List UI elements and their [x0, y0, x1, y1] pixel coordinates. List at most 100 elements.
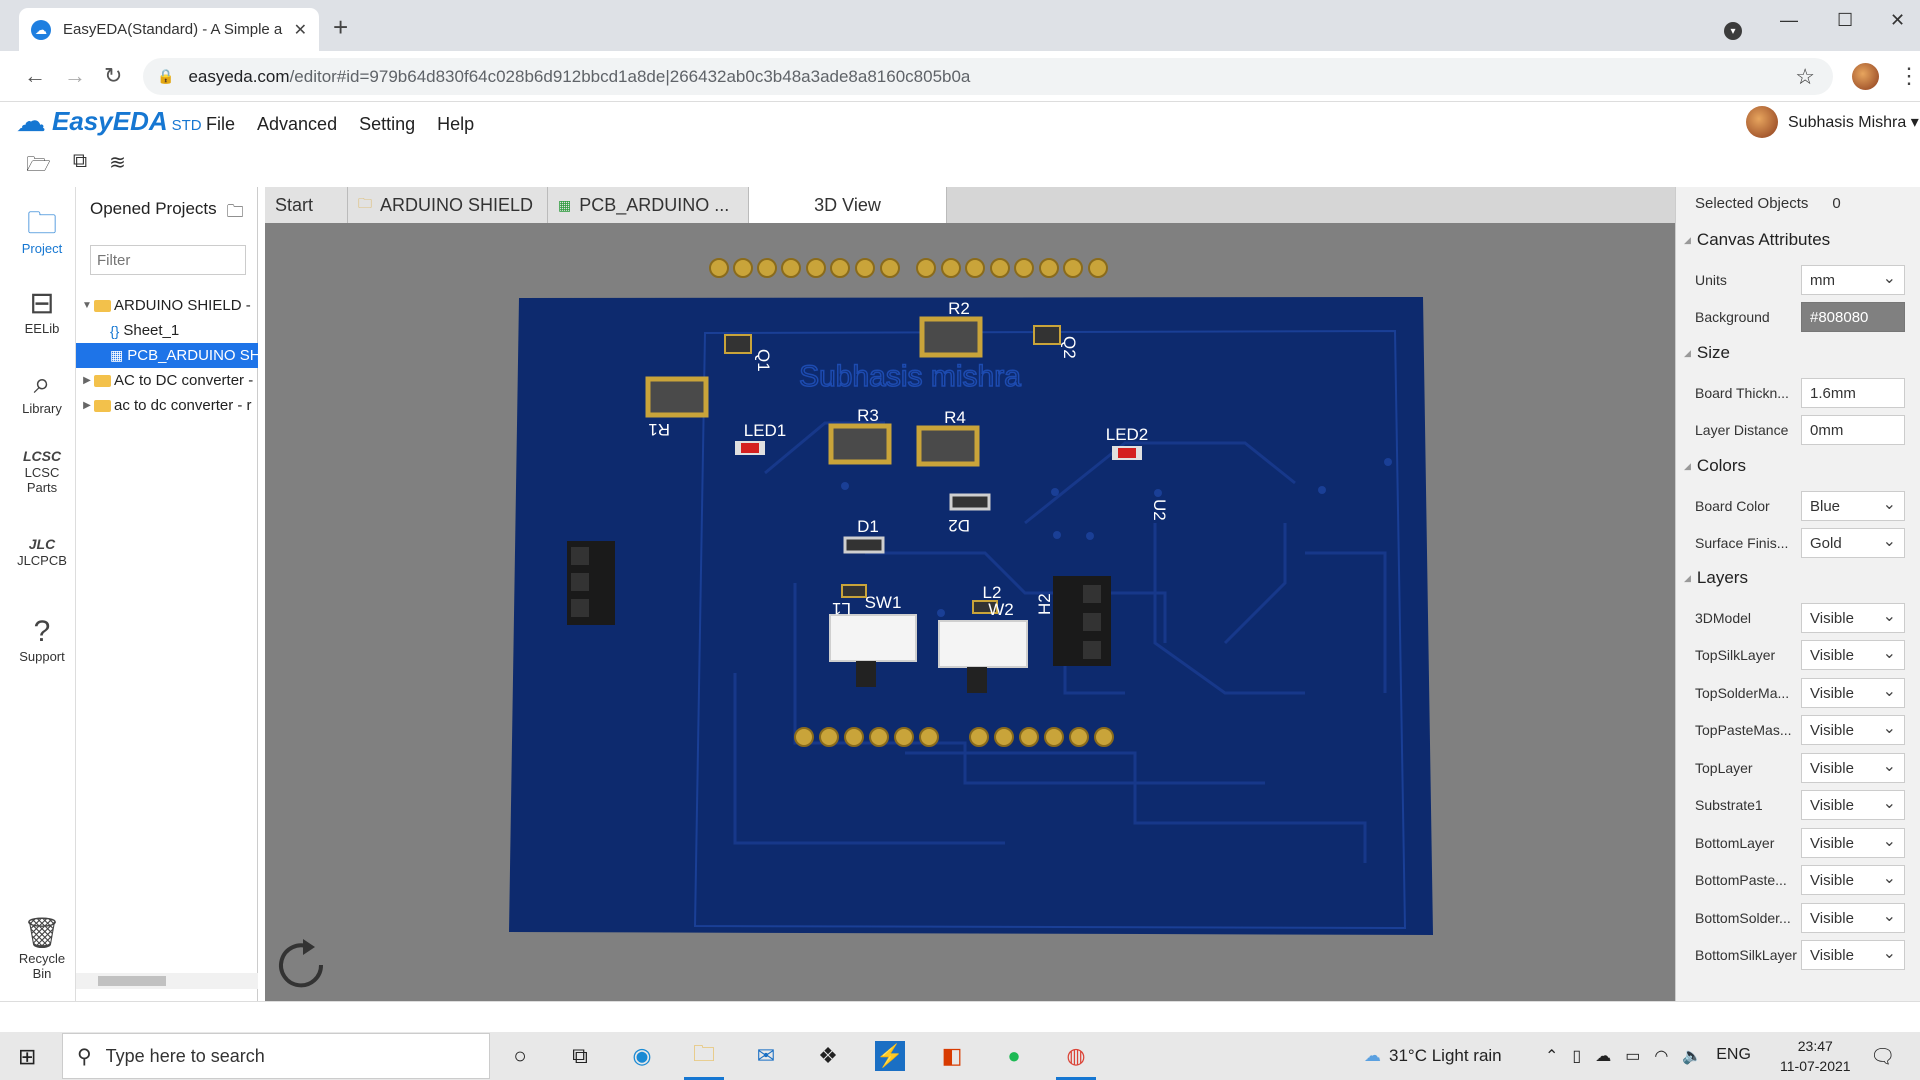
document-tabs: Start 🗀 ARDUINO SHIELD ▦ PCB_ARDUINO ...…: [265, 187, 1675, 223]
units-select[interactable]: mm: [1801, 265, 1905, 295]
background-input[interactable]: #808080: [1801, 302, 1905, 332]
close-tab-icon[interactable]: ✕: [294, 20, 307, 40]
cortana-icon[interactable]: ○: [496, 1038, 544, 1074]
wifi-icon[interactable]: ◠: [1654, 1046, 1668, 1066]
spotify-icon[interactable]: ●: [990, 1038, 1038, 1074]
layer-visibility-select[interactable]: Visible: [1801, 903, 1905, 933]
layer-visibility-select[interactable]: Visible: [1801, 715, 1905, 745]
rail-lcsc-parts[interactable]: LCSC LCSC Parts: [8, 449, 76, 495]
tab-pcb[interactable]: ▦ PCB_ARDUINO ...: [548, 187, 749, 223]
tab-label: Start: [275, 194, 314, 215]
size-header[interactable]: ◢ Size: [1684, 343, 1730, 363]
mail-icon[interactable]: ✉: [742, 1038, 790, 1074]
project-filter-input[interactable]: [90, 245, 246, 275]
layer-visibility-select[interactable]: Visible: [1801, 865, 1905, 895]
office-icon[interactable]: ◧: [928, 1038, 976, 1074]
project-panel-scrollbar[interactable]: [76, 973, 258, 989]
layers-icon[interactable]: ≋: [109, 150, 126, 184]
layer-visibility-select[interactable]: Visible: [1801, 603, 1905, 633]
url-field[interactable]: 🔒 easyeda.com/editor#id=979b64d830f64c02…: [143, 58, 1833, 95]
tab-3d-view[interactable]: 3D View: [749, 187, 947, 223]
menu-file[interactable]: File: [206, 114, 235, 135]
tab-search-icon[interactable]: ▾: [1724, 22, 1742, 40]
rail-support[interactable]: ? Support: [8, 617, 76, 665]
rail-recycle-bin[interactable]: 🗑 Recycle Bin: [8, 919, 76, 982]
tree-item[interactable]: ▦ PCB_ARDUINO SH: [76, 343, 258, 368]
rail-library[interactable]: ⌕ Library: [8, 369, 76, 417]
layer-visibility-select[interactable]: Visible: [1801, 678, 1905, 708]
chrome-icon[interactable]: ◍: [1052, 1038, 1100, 1080]
device-icon[interactable]: ▯: [1572, 1046, 1581, 1066]
open-folder-icon[interactable]: 🗁: [26, 150, 51, 184]
back-icon[interactable]: ←: [24, 63, 46, 89]
tree-item-label: ARDUINO SHIELD -: [114, 297, 251, 314]
show-hidden-icons-icon[interactable]: ⌃: [1545, 1046, 1558, 1066]
layer-visibility-select[interactable]: Visible: [1801, 753, 1905, 783]
browser-tab[interactable]: ☁ EasyEDA(Standard) - A Simple an ✕: [19, 8, 319, 51]
edge-browser-icon[interactable]: ◉: [618, 1038, 666, 1074]
colors-header[interactable]: ◢ Colors: [1684, 456, 1746, 476]
pcb-icon: ▦: [110, 347, 124, 363]
user-menu[interactable]: Subhasis Mishra ▾: [1746, 106, 1919, 138]
menu-advanced[interactable]: Advanced: [257, 114, 337, 135]
expand-arrow-icon[interactable]: ▶: [80, 375, 94, 386]
taskbar-clock[interactable]: 23:47 11-07-2021: [1780, 1036, 1851, 1076]
status-strip: [0, 1001, 1920, 1032]
minimize-icon[interactable]: —: [1780, 10, 1798, 31]
layer-row: BottomPaste... Visible: [1695, 865, 1917, 895]
maximize-icon[interactable]: ☐: [1837, 10, 1853, 31]
layer-visibility-select[interactable]: Visible: [1801, 940, 1905, 970]
tree-item[interactable]: ▶ AC to DC converter -: [76, 368, 258, 393]
profile-avatar[interactable]: [1852, 63, 1879, 90]
tab-start[interactable]: Start: [265, 187, 348, 223]
rail-eelib[interactable]: ⊟ EELib: [8, 289, 76, 337]
taskbar-search-box[interactable]: ⚲ Type here to search: [62, 1033, 490, 1079]
browser-menu-icon[interactable]: ⋮: [1898, 63, 1920, 89]
layers-header[interactable]: ◢ Layers: [1684, 568, 1748, 588]
new-tab-button[interactable]: +: [333, 14, 348, 40]
tab-arduino-shield[interactable]: 🗀 ARDUINO SHIELD: [348, 187, 548, 223]
volume-icon[interactable]: 🔈: [1682, 1046, 1702, 1066]
file-explorer-icon[interactable]: 🗀: [680, 1038, 728, 1080]
3d-view-canvas[interactable]: Subhasis mishra R2 Q1 Q2 R1 LED1 R3 R4 L…: [265, 223, 1675, 1001]
forward-icon[interactable]: →: [64, 63, 86, 89]
rail-jlcpcb[interactable]: JLC JLCPCB: [8, 537, 76, 568]
tree-item[interactable]: {} Sheet_1: [76, 318, 258, 343]
close-window-icon[interactable]: ✕: [1890, 10, 1905, 31]
tree-item[interactable]: ▶ ac to dc converter - r: [76, 393, 258, 418]
task-view-icon[interactable]: ⧉: [556, 1038, 604, 1074]
board-thickness-input[interactable]: 1.6mm: [1801, 378, 1905, 408]
expand-arrow-icon[interactable]: ▼: [80, 300, 94, 311]
windows-start-icon[interactable]: ⊞: [18, 1044, 36, 1070]
layer-distance-input[interactable]: 0mm: [1801, 415, 1905, 445]
export-image-icon[interactable]: ⧉: [73, 150, 87, 184]
background-label: Background: [1695, 309, 1770, 325]
battery-icon[interactable]: ▭: [1625, 1046, 1640, 1066]
scrollbar-thumb[interactable]: [98, 976, 166, 986]
canvas-attributes-header[interactable]: ◢ Canvas Attributes: [1684, 230, 1830, 250]
bookmark-star-icon[interactable]: ☆: [1795, 64, 1815, 90]
notifications-icon[interactable]: 🗨: [1870, 1044, 1895, 1069]
weather-widget[interactable]: ☁ 31°C Light rain: [1364, 1046, 1502, 1066]
language-indicator[interactable]: ENG: [1716, 1046, 1751, 1066]
power-automate-icon[interactable]: ⚡: [875, 1041, 905, 1071]
board-color-row: Board Color Blue: [1695, 491, 1917, 521]
reload-icon[interactable]: ↻: [104, 63, 122, 89]
lock-icon[interactable]: 🔒: [157, 68, 174, 85]
tree-item[interactable]: ▼ ARDUINO SHIELD -: [76, 293, 258, 318]
board-color-select[interactable]: Blue: [1801, 491, 1905, 521]
surface-finish-select[interactable]: Gold: [1801, 528, 1905, 558]
expand-arrow-icon[interactable]: ▶: [80, 400, 94, 411]
layer-visibility-select[interactable]: Visible: [1801, 828, 1905, 858]
rail-project[interactable]: 🗀 Project: [8, 209, 76, 257]
layer-visibility-select[interactable]: Visible: [1801, 640, 1905, 670]
reset-rotation-icon[interactable]: [273, 935, 333, 995]
pcb-3d-render[interactable]: Subhasis mishra R2 Q1 Q2 R1 LED1 R3 R4 L…: [265, 223, 1675, 1001]
menu-help[interactable]: Help: [437, 114, 474, 135]
folder-icon[interactable]: 🗀: [227, 199, 244, 228]
dropbox-icon[interactable]: ❖: [804, 1038, 852, 1074]
onedrive-icon[interactable]: ☁: [1595, 1046, 1611, 1066]
layer-visibility-select[interactable]: Visible: [1801, 790, 1905, 820]
easyeda-logo[interactable]: ☁ EasyEDA STD: [16, 106, 202, 137]
menu-setting[interactable]: Setting: [359, 114, 415, 135]
